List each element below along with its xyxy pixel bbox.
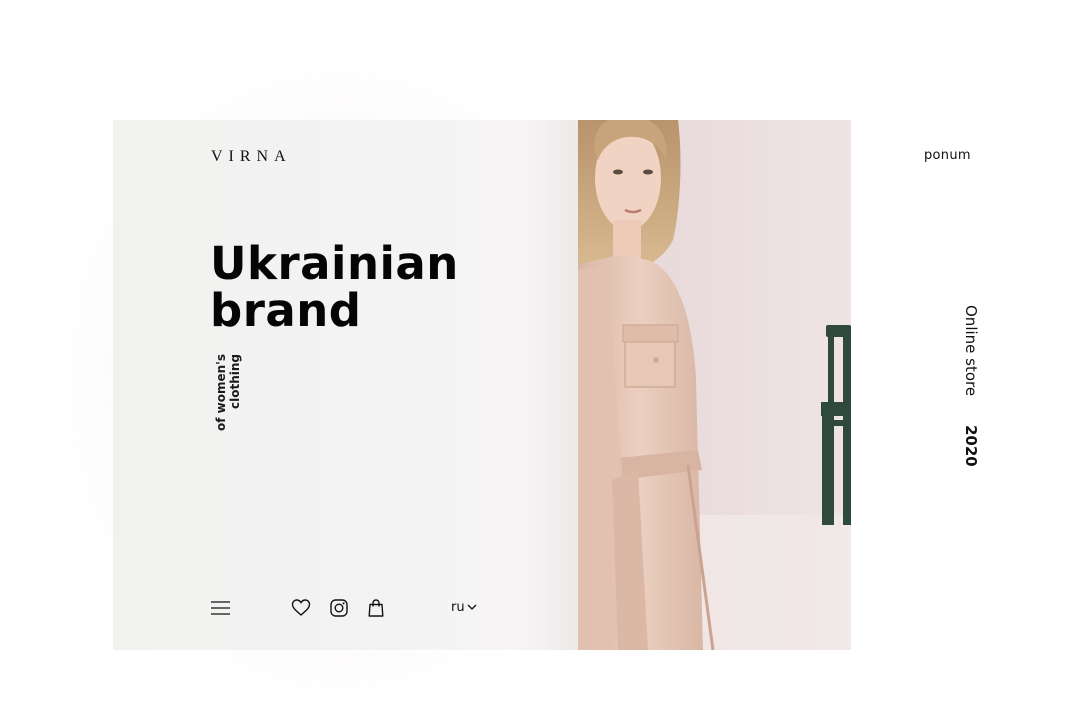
hero-card: VIRNA Ukrainian brand of women's clothin… <box>113 120 851 650</box>
heart-icon[interactable] <box>291 598 311 618</box>
hero-text-panel: VIRNA Ukrainian brand of women's clothin… <box>113 120 578 650</box>
language-selector[interactable]: ru <box>451 600 477 615</box>
hero-title-line2: brand <box>210 284 362 337</box>
shopping-bag-icon[interactable] <box>366 598 386 618</box>
instagram-icon[interactable] <box>329 598 349 618</box>
hero-title-line1: Ukrainian <box>210 237 459 290</box>
partner-logo[interactable]: ponum <box>924 148 971 163</box>
hero-subtitle-line1: of women's <box>214 354 228 431</box>
hamburger-menu-icon[interactable] <box>211 600 230 616</box>
chevron-down-icon <box>467 600 477 615</box>
year-label: 2020 <box>962 425 980 467</box>
hero-subtitle: of women's clothing <box>214 354 244 436</box>
model-photo-illustration <box>578 120 851 650</box>
hero-subtitle-line2: clothing <box>228 354 242 409</box>
hero-photo <box>578 120 851 650</box>
hero-title: Ukrainian brand <box>210 240 459 334</box>
online-store-label: Online store <box>962 305 980 397</box>
page: VIRNA Ukrainian brand of women's clothin… <box>0 0 1076 728</box>
language-label: ru <box>451 600 465 615</box>
brand-logo[interactable]: VIRNA <box>211 148 292 166</box>
bottom-toolbar: ru <box>211 598 491 620</box>
